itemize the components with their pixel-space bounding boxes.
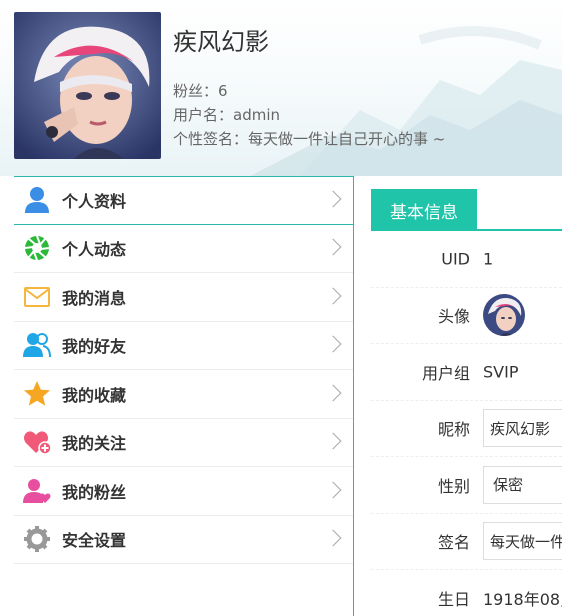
friends-icon <box>22 330 52 360</box>
gender-select[interactable]: 保密 <box>483 465 562 504</box>
sidebar-item-label: 我的粉丝 <box>62 482 127 502</box>
tab-bar: 基本信息 <box>371 189 562 231</box>
sidebar-item-security[interactable]: 安全设置 <box>14 516 353 564</box>
uid-label: UID <box>441 249 470 269</box>
sidebar-item-activity[interactable]: 个人动态 <box>14 225 353 273</box>
signature-label: 签名 <box>437 533 470 553</box>
chevron-right-icon <box>324 529 342 547</box>
sidebar-item-label: 个人资料 <box>62 192 127 212</box>
chevron-right-icon <box>324 335 342 353</box>
uid-value: 1 <box>483 249 494 269</box>
uid-row: UID 1 <box>371 231 562 288</box>
basic-info-panel: 基本信息 UID 1 头像 用户组 SVIP 昵称 疾风幻影 性别 保密 签名 … <box>371 189 562 616</box>
avatar-row: 头像 <box>371 288 562 344</box>
chevron-right-icon <box>324 384 342 402</box>
birthday-row: 生日 1918年08, <box>371 570 562 616</box>
sidebar-item-label: 我的好友 <box>62 337 127 357</box>
fans-count: 粉丝：6 <box>173 82 228 100</box>
avatar[interactable] <box>14 12 161 159</box>
sidebar-item-fans[interactable]: 我的粉丝 <box>14 467 353 516</box>
sidebar-item-label: 我的关注 <box>62 434 127 454</box>
chevron-right-icon <box>324 481 342 499</box>
birthday-value[interactable]: 1918年08, <box>483 586 562 610</box>
birthday-label: 生日 <box>437 590 470 610</box>
sidebar-menu: 个人资料 个人动态 我的消息 我的好友 我的收藏 我的关注 我的粉丝 安全设置 <box>14 176 354 616</box>
sidebar-item-label: 安全设置 <box>62 531 127 551</box>
sidebar-item-following[interactable]: 我的关注 <box>14 419 353 467</box>
chevron-right-icon <box>324 287 342 305</box>
gender-label: 性别 <box>437 476 470 496</box>
sidebar-item-friends[interactable]: 我的好友 <box>14 322 353 370</box>
signature-field[interactable]: 每天做一件 <box>483 522 562 561</box>
sidebar-item-favorites[interactable]: 我的收藏 <box>14 370 353 419</box>
heart-plus-icon <box>22 427 52 457</box>
gender-row: 性别 保密 <box>371 457 562 514</box>
aperture-icon <box>22 233 52 263</box>
gear-icon <box>22 524 52 554</box>
sidebar-item-label: 个人动态 <box>62 240 127 260</box>
group-row: 用户组 SVIP <box>371 344 562 401</box>
avatar-label: 头像 <box>437 307 470 327</box>
group-label: 用户组 <box>421 363 470 383</box>
chevron-right-icon <box>324 432 342 450</box>
avatar-thumbnail[interactable] <box>483 294 525 337</box>
signature: 个性签名：每天做一件让自己开心的事 ~ <box>173 130 446 148</box>
sidebar-item-label: 我的收藏 <box>62 385 127 405</box>
username: 用户名：admin <box>173 106 280 124</box>
profile-banner: 疾风幻影 粉丝：6 用户名：admin 个性签名：每天做一件让自己开心的事 ~ <box>0 0 562 176</box>
user-icon <box>22 185 52 215</box>
sidebar-item-profile[interactable]: 个人资料 <box>14 176 353 225</box>
nickname-field[interactable]: 疾风幻影 <box>483 409 562 448</box>
nickname-label: 昵称 <box>437 420 470 440</box>
tab-basic-info[interactable]: 基本信息 <box>371 189 477 231</box>
chevron-right-icon <box>324 238 342 256</box>
signature-row: 签名 每天做一件 <box>371 514 562 570</box>
sidebar-item-messages[interactable]: 我的消息 <box>14 273 353 322</box>
chevron-right-icon <box>324 190 342 208</box>
group-value: SVIP <box>483 362 519 382</box>
nickname-row: 昵称 疾风幻影 <box>371 401 562 457</box>
mail-icon <box>22 282 52 312</box>
sidebar-item-label: 我的消息 <box>62 288 127 308</box>
star-icon <box>22 379 52 409</box>
user-heart-icon <box>22 476 52 506</box>
profile-nickname: 疾风幻影 <box>173 28 269 56</box>
